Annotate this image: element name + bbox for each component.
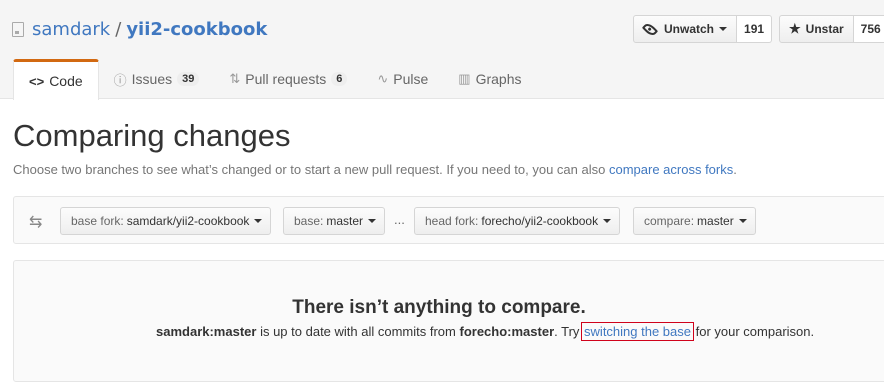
pull-requests-counter: 6 <box>331 72 348 86</box>
git-compare-icon: ⇆ <box>29 214 43 231</box>
base-label: base: <box>294 214 324 228</box>
chevron-down-icon <box>254 219 263 223</box>
issues-counter: 39 <box>177 72 200 86</box>
head-fork-value: forecho/yii2-cookbook <box>481 214 599 228</box>
repo-path-separator: / <box>115 18 122 40</box>
unstar-label: Unstar <box>805 22 844 36</box>
base-branch-select[interactable]: base: master <box>283 207 386 235</box>
repo-title: samdark / yii2-cookbook <box>12 17 267 41</box>
chevron-down-icon <box>368 219 377 223</box>
tab-pull-requests[interactable]: ⇅ Pull requests 6 <box>214 59 362 99</box>
tab-issues[interactable]: ⓘ Issues 39 <box>99 59 215 99</box>
page-description: Choose two branches to see what’s change… <box>13 162 737 177</box>
tab-graphs[interactable]: ▥ Graphs <box>443 59 536 99</box>
repo-name-link[interactable]: yii2-cookbook <box>126 19 267 40</box>
base-value: master <box>326 214 364 228</box>
repo-icon <box>12 21 24 37</box>
compare-branch-select[interactable]: compare: master <box>633 207 756 235</box>
unwatch-label: Unwatch <box>664 22 715 36</box>
compare-across-forks-link[interactable]: compare across forks <box>609 162 733 177</box>
base-fork-select[interactable]: base fork: samdark/yii2-cookbook <box>60 207 272 235</box>
stargazers-count[interactable]: 756 <box>853 15 884 43</box>
blankslate-mid-text: is up to date with all commits from <box>260 324 456 339</box>
blankslate-text: samdark:master is up to date with all co… <box>156 322 815 341</box>
tab-label: Code <box>49 73 83 89</box>
tab-label: Pull requests <box>245 71 327 87</box>
code-icon: <> <box>29 73 45 89</box>
repo-owner-link[interactable]: samdark <box>32 19 110 40</box>
star-group: ★ Unstar 756 <box>779 15 884 43</box>
blankslate-title: There isn’t anything to compare. <box>292 297 586 318</box>
tab-label: Issues <box>131 71 173 87</box>
compare-label: compare: <box>644 214 695 228</box>
description-end: . <box>733 162 737 177</box>
base-fork-label: base fork: <box>71 214 124 228</box>
base-ref: samdark:master <box>156 324 257 339</box>
head-fork-select[interactable]: head fork: forecho/yii2-cookbook <box>414 207 621 235</box>
blankslate: There isn’t anything to compare. samdark… <box>13 260 884 382</box>
description-text: Choose two branches to see what’s change… <box>13 162 606 177</box>
unstar-button[interactable]: ★ Unstar <box>779 15 854 43</box>
page-title: Comparing changes <box>13 118 291 153</box>
repo-header: samdark / yii2-cookbook Unwatch 191 ★ Un… <box>0 0 884 100</box>
range-editor: ⇆ base fork: samdark/yii2-cookbook base:… <box>13 196 884 244</box>
range-dots: ... <box>394 212 405 227</box>
chevron-down-icon <box>719 27 728 31</box>
unwatch-button[interactable]: Unwatch <box>633 15 738 43</box>
tab-label: Graphs <box>475 71 522 87</box>
head-fork-label: head fork: <box>425 214 479 228</box>
pulse-icon: ∿ <box>377 71 389 86</box>
compare-value: master <box>697 214 734 228</box>
tab-label: Pulse <box>393 71 429 87</box>
tab-code[interactable]: <> Code <box>13 59 99 100</box>
switching-the-base-link[interactable]: switching the base <box>581 322 694 341</box>
star-icon: ★ <box>789 21 801 36</box>
issue-opened-icon: ⓘ <box>113 72 127 88</box>
git-pull-request-icon: ⇅ <box>229 71 241 86</box>
repo-nav: <> Code ⓘ Issues 39 ⇅ Pull requests 6 ∿ … <box>13 59 537 100</box>
graph-icon: ▥ <box>458 71 471 86</box>
chevron-down-icon <box>603 219 612 223</box>
eye-icon <box>641 20 659 38</box>
blankslate-end-text: for your comparison. <box>695 324 815 339</box>
base-fork-value: samdark/yii2-cookbook <box>126 214 250 228</box>
blankslate-try-text: . Try <box>554 324 580 339</box>
chevron-down-icon <box>738 219 747 223</box>
watch-group: Unwatch 191 <box>633 15 773 43</box>
tab-pulse[interactable]: ∿ Pulse <box>362 59 443 99</box>
watchers-count[interactable]: 191 <box>737 15 773 43</box>
head-ref: forecho:master <box>459 324 555 339</box>
